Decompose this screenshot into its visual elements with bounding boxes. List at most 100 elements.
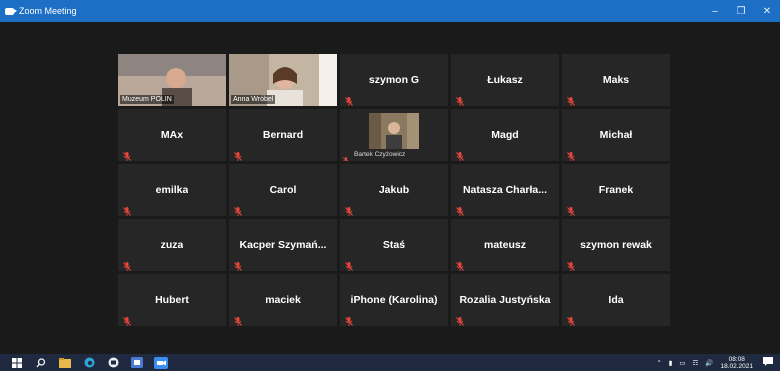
participant-tile[interactable]: szymon G xyxy=(340,54,448,106)
muted-microphone-icon xyxy=(234,313,242,326)
participant-tile[interactable]: Łukasz xyxy=(451,54,559,106)
zoom-taskbar-icon[interactable] xyxy=(154,356,168,369)
participant-tile[interactable]: zuza xyxy=(118,219,226,271)
participant-video-thumbnail xyxy=(369,113,419,149)
participant-tile[interactable]: Rozalia Justyńska xyxy=(451,274,559,326)
title-bar: Zoom Meeting – ❐ ✕ xyxy=(0,0,780,22)
participant-tile[interactable]: mateusz xyxy=(451,219,559,271)
participant-tile[interactable]: Anna Wróbel xyxy=(229,54,337,106)
taskbar-clock[interactable]: 08:08 18.02.2021 xyxy=(720,356,753,370)
windows-taskbar: ⌃ ▮ ▭ ☶ 🔊 08:08 18.02.2021 xyxy=(0,354,780,371)
muted-microphone-icon xyxy=(123,313,131,326)
muted-microphone-icon xyxy=(567,203,575,216)
muted-microphone-icon xyxy=(567,313,575,326)
participant-tile[interactable]: iPhone (Karolina) xyxy=(340,274,448,326)
volume-icon[interactable]: 🔊 xyxy=(705,359,713,367)
participant-tile[interactable]: Staś xyxy=(340,219,448,271)
participant-name: Franek xyxy=(598,184,634,196)
participant-tile[interactable]: Michał xyxy=(562,109,670,161)
participant-tile[interactable]: Muzeum POLIN xyxy=(118,54,226,106)
muted-microphone-icon xyxy=(343,151,349,161)
participant-name: mateusz xyxy=(483,239,526,251)
participant-tile[interactable]: Magd xyxy=(451,109,559,161)
muted-microphone-icon xyxy=(234,258,242,271)
teams-icon[interactable] xyxy=(130,357,144,369)
participant-name: Magd xyxy=(491,129,519,141)
participant-tile[interactable]: Ida xyxy=(562,274,670,326)
participant-tile[interactable]: Natasza Charła... xyxy=(451,164,559,216)
meeting-gallery-view: Muzeum POLIN Anna Wróbel szymon G Łukasz Mak… xyxy=(0,22,780,354)
usb-icon[interactable]: ▮ xyxy=(669,359,673,367)
participant-name: Hubert xyxy=(155,294,189,306)
participant-tile[interactable]: szymon rewak xyxy=(562,219,670,271)
participant-name: Maks xyxy=(602,74,630,86)
participant-tile[interactable]: maciek xyxy=(229,274,337,326)
participant-tile[interactable]: Maks xyxy=(562,54,670,106)
window-title: Zoom Meeting xyxy=(19,6,77,16)
network-icon[interactable]: ☶ xyxy=(693,359,699,367)
participant-tile[interactable]: MAx xyxy=(118,109,226,161)
participant-name: Łukasz xyxy=(487,74,523,86)
muted-microphone-icon xyxy=(567,93,575,106)
participant-name: Rozalia Justyńska xyxy=(459,294,551,306)
muted-microphone-icon xyxy=(345,203,353,216)
participant-name: MAx xyxy=(160,129,184,141)
muted-microphone-icon xyxy=(345,93,353,106)
participant-name: iPhone (Karolina) xyxy=(350,294,438,306)
participant-tile[interactable]: Franek xyxy=(562,164,670,216)
system-tray: ⌃ ▮ ▭ ☶ 🔊 08:08 18.02.2021 xyxy=(656,356,780,370)
participant-tile[interactable]: Hubert xyxy=(118,274,226,326)
notifications-icon[interactable] xyxy=(763,357,773,368)
store-icon[interactable] xyxy=(106,357,120,369)
muted-microphone-icon xyxy=(456,313,464,326)
edge-browser-icon[interactable] xyxy=(82,357,96,369)
participant-name: emilka xyxy=(155,184,189,196)
participant-tile[interactable]: emilka xyxy=(118,164,226,216)
file-explorer-icon[interactable] xyxy=(58,357,72,369)
participant-name: Kacper Szymań... xyxy=(239,239,327,251)
zoom-logo-icon xyxy=(5,7,17,15)
participant-name: szymon rewak xyxy=(580,239,652,251)
participant-tile[interactable]: Carol xyxy=(229,164,337,216)
minimize-button[interactable]: – xyxy=(702,0,728,22)
participant-name-label: Muzeum POLIN xyxy=(120,95,174,104)
participant-name: Michał xyxy=(599,129,633,141)
muted-microphone-icon xyxy=(234,148,242,161)
muted-microphone-icon xyxy=(345,313,353,326)
muted-microphone-icon xyxy=(123,258,131,271)
participant-tile[interactable]: Bernard xyxy=(229,109,337,161)
participant-tile[interactable]: Kacper Szymań... xyxy=(229,219,337,271)
close-button[interactable]: ✕ xyxy=(754,0,780,22)
muted-microphone-icon xyxy=(456,203,464,216)
muted-microphone-icon xyxy=(345,258,353,271)
muted-microphone-icon xyxy=(567,148,575,161)
muted-microphone-icon xyxy=(456,148,464,161)
windows-start-icon[interactable] xyxy=(10,357,24,369)
participant-name: zuza xyxy=(160,239,184,251)
muted-microphone-icon xyxy=(123,148,131,161)
muted-microphone-icon xyxy=(234,203,242,216)
clock-time: 08:08 xyxy=(728,355,745,363)
participant-name: szymon G xyxy=(368,74,420,86)
battery-icon[interactable]: ▭ xyxy=(679,359,685,367)
maximize-button[interactable]: ❐ xyxy=(728,0,754,22)
participant-name: Jakub xyxy=(378,184,410,196)
participant-tile[interactable]: Bartek Czyżowicz xyxy=(340,109,448,161)
participant-name-label: Anna Wróbel xyxy=(231,95,276,104)
show-hidden-icons-icon[interactable]: ⌃ xyxy=(656,359,661,367)
muted-microphone-icon xyxy=(567,258,575,271)
participant-name: maciek xyxy=(265,294,301,306)
participant-name-label: Bartek Czyżowicz xyxy=(354,151,406,158)
participant-grid: Muzeum POLIN Anna Wróbel szymon G Łukasz Mak… xyxy=(118,54,670,326)
participant-tile[interactable]: Jakub xyxy=(340,164,448,216)
participant-name: Natasza Charła... xyxy=(462,184,548,196)
participant-name: Staś xyxy=(382,239,406,251)
muted-microphone-icon xyxy=(456,93,464,106)
search-icon[interactable] xyxy=(34,357,48,369)
muted-microphone-icon xyxy=(456,258,464,271)
participant-name: Carol xyxy=(269,184,297,196)
participant-name: Bernard xyxy=(262,129,304,141)
clock-date: 18.02.2021 xyxy=(720,362,753,370)
muted-microphone-icon xyxy=(123,203,131,216)
participant-name: Ida xyxy=(608,294,624,306)
